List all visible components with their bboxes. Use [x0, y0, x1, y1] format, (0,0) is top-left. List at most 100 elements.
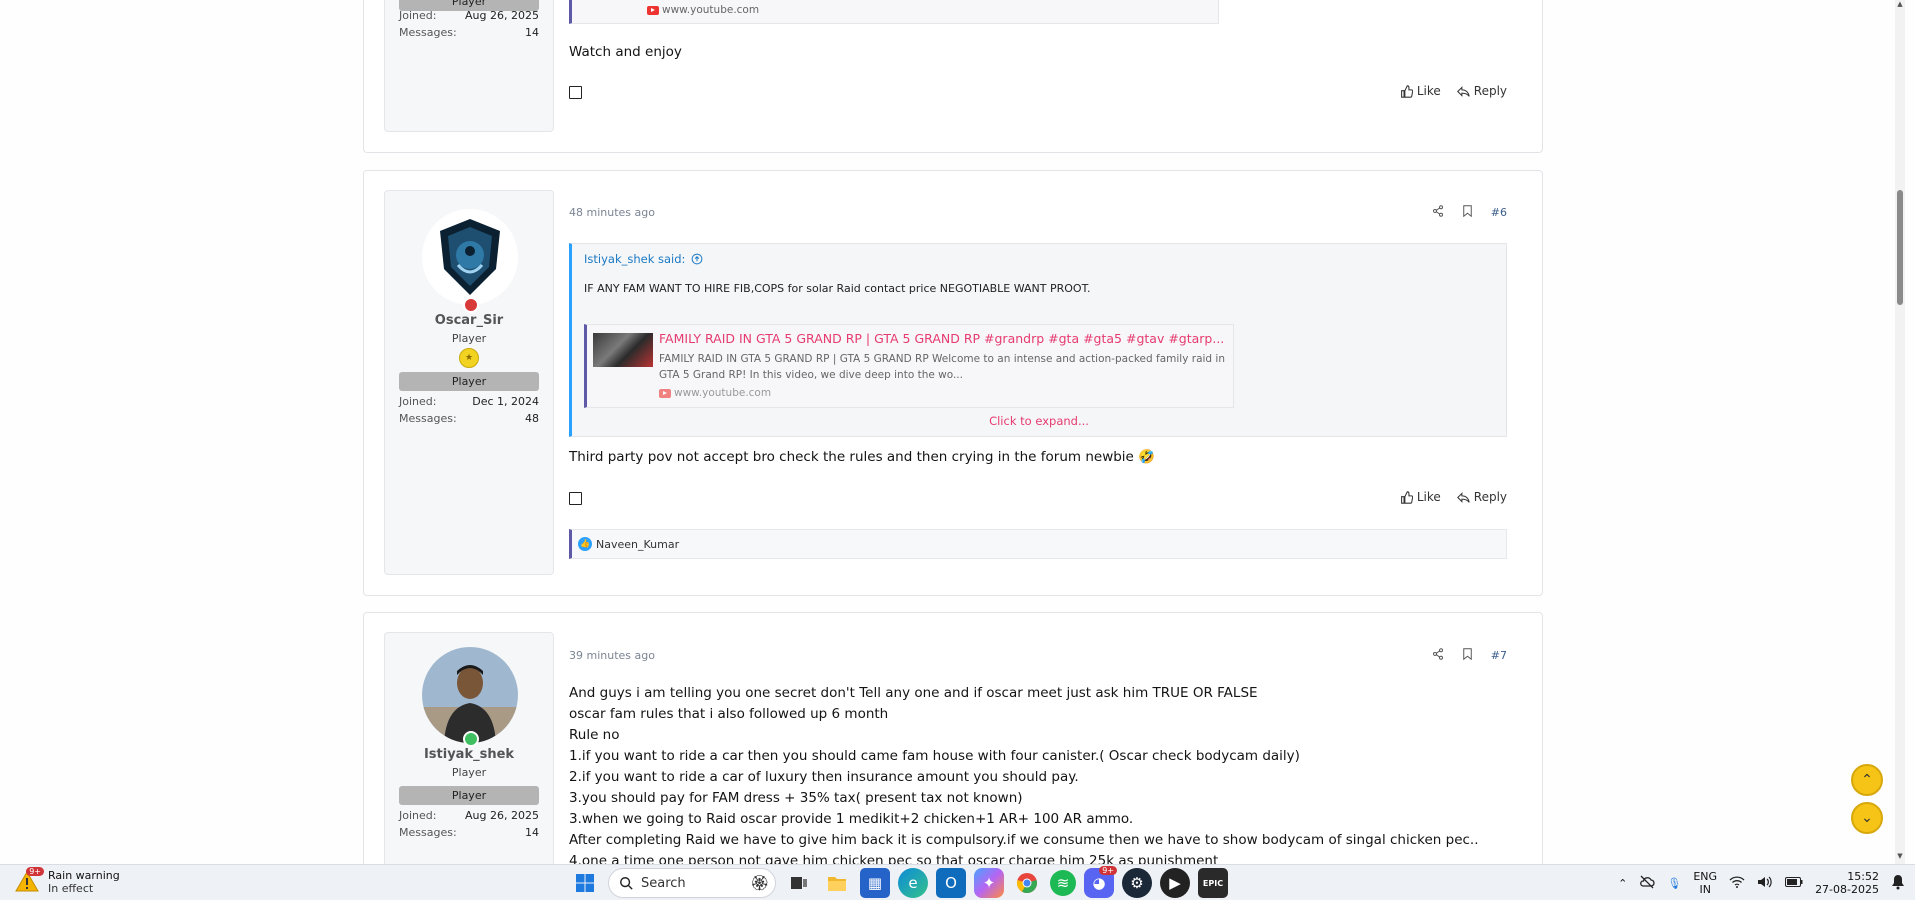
- post-body-line: 1.if you want to ride a car then you sho…: [569, 748, 1300, 764]
- system-clock[interactable]: 15:52 27-08-2025: [1815, 870, 1879, 896]
- post-actions: Like Reply: [1400, 490, 1507, 504]
- embed-source[interactable]: www.youtube.com: [647, 4, 759, 16]
- bookmark-icon[interactable]: [1462, 648, 1473, 663]
- reactions-bar[interactable]: 👍 Naveen_Kumar: [569, 529, 1507, 559]
- taskbar-search[interactable]: Search 🏵: [608, 868, 776, 898]
- arrow-up-circle-icon: [692, 253, 703, 265]
- reply-icon: [1456, 491, 1470, 503]
- windows-taskbar: 9+ Rain warning In effect Search 🏵 ▦ e O…: [0, 864, 1915, 900]
- epic-games-icon[interactable]: EPIC: [1198, 868, 1228, 898]
- rain-warning-icon: 9+: [14, 867, 44, 895]
- like-reaction-icon: 👍: [578, 537, 592, 551]
- messages-stat: Messages: 48: [399, 412, 539, 425]
- discord-badge: 9+: [1099, 866, 1117, 875]
- post-7: Istiyak_shek Player Player Joined: Aug 26…: [363, 612, 1543, 864]
- post-body-line: 3.you should pay for FAM dress + 35% tax…: [569, 790, 1023, 806]
- thumbs-up-icon: [1400, 84, 1413, 98]
- media-player-icon[interactable]: ▶: [1160, 868, 1190, 898]
- user-panel: Oscar_Sir Player ★ Player Joined: Dec 1, …: [384, 190, 554, 575]
- select-checkbox[interactable]: [569, 492, 582, 505]
- like-button[interactable]: Like: [1400, 490, 1441, 504]
- post-body-line: 3.when we going to Raid oscar provide 1 …: [569, 811, 1134, 827]
- embed-description: FAMILY RAID IN GTA 5 GRAND RP | GTA 5 GR…: [659, 353, 1225, 381]
- embed-card[interactable]: FAMILY RAID IN GTA 5 GRAND RP | GTA 5 GR…: [584, 324, 1234, 408]
- quote-author[interactable]: Istiyak_shek said:: [584, 252, 703, 266]
- copilot-icon[interactable]: ✦: [974, 868, 1004, 898]
- messages-stat: Messages: 14: [399, 826, 539, 839]
- post-body-line: oscar fam rules that i also followed up …: [569, 706, 889, 722]
- language-indicator[interactable]: ENG IN: [1693, 870, 1717, 896]
- like-button[interactable]: Like: [1400, 84, 1441, 98]
- scroll-top-button[interactable]: ⌃: [1851, 764, 1883, 796]
- avatar[interactable]: [422, 647, 518, 743]
- post-time[interactable]: 48 minutes ago: [569, 206, 655, 219]
- scroll-down-arrow[interactable]: ▼: [1895, 852, 1905, 864]
- search-highlight-icon: 🏵: [749, 874, 769, 892]
- microsoft-store-icon[interactable]: ▦: [860, 868, 890, 898]
- embed-source[interactable]: www.youtube.com: [659, 387, 771, 399]
- video-thumbnail[interactable]: [593, 333, 653, 367]
- post-meta-actions: #6: [1432, 205, 1507, 220]
- post-body-line: 2.if you want to ride a car of luxury th…: [569, 769, 1079, 785]
- chevron-up-icon[interactable]: ⌃: [1618, 877, 1627, 890]
- reaction-user[interactable]: Naveen_Kumar: [596, 538, 679, 551]
- username[interactable]: Istiyak_shek: [385, 747, 553, 762]
- scroll-bottom-button[interactable]: ⌄: [1851, 802, 1883, 834]
- post-number[interactable]: #7: [1491, 649, 1507, 662]
- post-body: Watch and enjoy: [569, 44, 682, 60]
- quote-text: IF ANY FAM WANT TO HIRE FIB,COPS for sol…: [584, 282, 1091, 295]
- scroll-thumb[interactable]: [1897, 190, 1903, 305]
- quote-block: Istiyak_shek said: IF ANY FAM WANT TO HI…: [569, 243, 1507, 437]
- windows-start-icon[interactable]: [570, 868, 600, 898]
- post-meta-actions: #7: [1432, 648, 1507, 663]
- edge-browser-icon[interactable]: e: [898, 868, 928, 898]
- cloud-offline-icon[interactable]: [1639, 875, 1655, 892]
- system-tray: ⌃ 🎙 ENG IN 15:52 27-08-2025: [1618, 865, 1915, 900]
- reply-button[interactable]: Reply: [1456, 490, 1507, 504]
- reply-button[interactable]: Reply: [1456, 84, 1507, 98]
- post-content: www.youtube.com Watch and enjoy Like Rep…: [569, 0, 1507, 141]
- user-panel: Istiyak_shek Player Player Joined: Aug 26…: [384, 632, 554, 864]
- medal-icon: ★: [459, 348, 479, 368]
- battery-icon[interactable]: [1785, 876, 1803, 890]
- chrome-icon[interactable]: [1012, 868, 1042, 898]
- post-body-line: Rule no: [569, 727, 620, 743]
- post-body-line: 4.one a time one person not gave him chi…: [569, 853, 1219, 864]
- click-to-expand[interactable]: Click to expand...: [572, 414, 1506, 428]
- joined-stat: Joined: Aug 26, 2025: [399, 809, 539, 822]
- share-icon[interactable]: [1432, 205, 1444, 220]
- bookmark-icon[interactable]: [1462, 205, 1473, 220]
- wifi-icon[interactable]: [1729, 875, 1745, 891]
- embed-title[interactable]: FAMILY RAID IN GTA 5 GRAND RP | GTA 5 GR…: [659, 331, 1224, 346]
- discord-icon[interactable]: ◕ 9+: [1084, 866, 1117, 898]
- post-time[interactable]: 39 minutes ago: [569, 649, 655, 662]
- share-icon[interactable]: [1432, 648, 1444, 663]
- post-content: 39 minutes ago #7 And guys i am telling …: [569, 613, 1507, 864]
- weather-subtitle: In effect: [48, 882, 94, 895]
- microphone-icon[interactable]: 🎙: [1667, 877, 1681, 890]
- joined-stat: Joined: Aug 26, 2025: [399, 9, 539, 22]
- steam-icon[interactable]: ⚙: [1122, 868, 1152, 898]
- spotify-icon[interactable]: ≋: [1050, 870, 1076, 896]
- notification-icon[interactable]: [1891, 874, 1905, 893]
- post-number[interactable]: #6: [1491, 206, 1507, 219]
- scroll-up-arrow[interactable]: ▲: [1895, 0, 1905, 12]
- weather-title: Rain warning: [48, 869, 120, 882]
- username[interactable]: Oscar_Sir: [385, 313, 553, 328]
- post-body: Third party pov not accept bro check the…: [569, 449, 1155, 465]
- youtube-icon: [647, 5, 659, 15]
- task-view-icon[interactable]: [784, 868, 814, 898]
- post-body-line: After completing Raid we have to give hi…: [569, 832, 1479, 848]
- outlook-icon[interactable]: O: [936, 868, 966, 898]
- page-scrollbar[interactable]: ▲ ▼: [1895, 0, 1905, 864]
- avatar[interactable]: [422, 209, 518, 305]
- messages-stat: Messages: 14: [399, 26, 539, 39]
- file-explorer-icon[interactable]: [822, 868, 852, 898]
- thumbs-up-icon: [1400, 490, 1413, 504]
- volume-icon[interactable]: [1757, 875, 1773, 892]
- weather-widget[interactable]: 9+ Rain warning In effect: [14, 867, 120, 895]
- embed-card[interactable]: www.youtube.com: [569, 0, 1219, 24]
- team-logo-icon: [422, 209, 518, 305]
- user-title: Player: [451, 766, 487, 779]
- select-checkbox[interactable]: [569, 86, 582, 99]
